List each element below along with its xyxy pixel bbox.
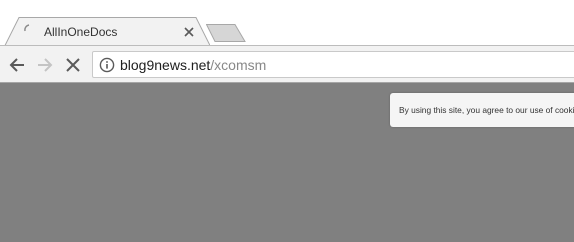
arrow-left-icon xyxy=(9,58,24,72)
tab-close-button[interactable] xyxy=(181,24,197,40)
tab-title: AllInOneDocs xyxy=(44,25,118,39)
arrow-right-icon xyxy=(38,58,53,72)
url-text: blog9news.net/xcomsm xyxy=(120,56,266,74)
cookie-banner: By using this site, you agree to our use… xyxy=(390,93,574,127)
address-bar[interactable]: blog9news.net/xcomsm xyxy=(92,51,574,78)
back-button[interactable] xyxy=(7,55,27,75)
url-path: /xcomsm xyxy=(210,57,267,73)
stop-icon xyxy=(66,58,80,72)
spinner-icon xyxy=(24,24,30,32)
tab-strip: AllInOneDocs xyxy=(0,0,574,46)
stop-button[interactable] xyxy=(63,55,83,75)
cookie-banner-text: By using this site, you agree to our use… xyxy=(399,105,574,115)
url-host: blog9news.net xyxy=(120,57,211,73)
new-tab-button[interactable] xyxy=(206,24,246,42)
forward-button[interactable] xyxy=(35,55,55,75)
close-icon xyxy=(184,27,194,37)
info-icon[interactable] xyxy=(99,57,115,73)
